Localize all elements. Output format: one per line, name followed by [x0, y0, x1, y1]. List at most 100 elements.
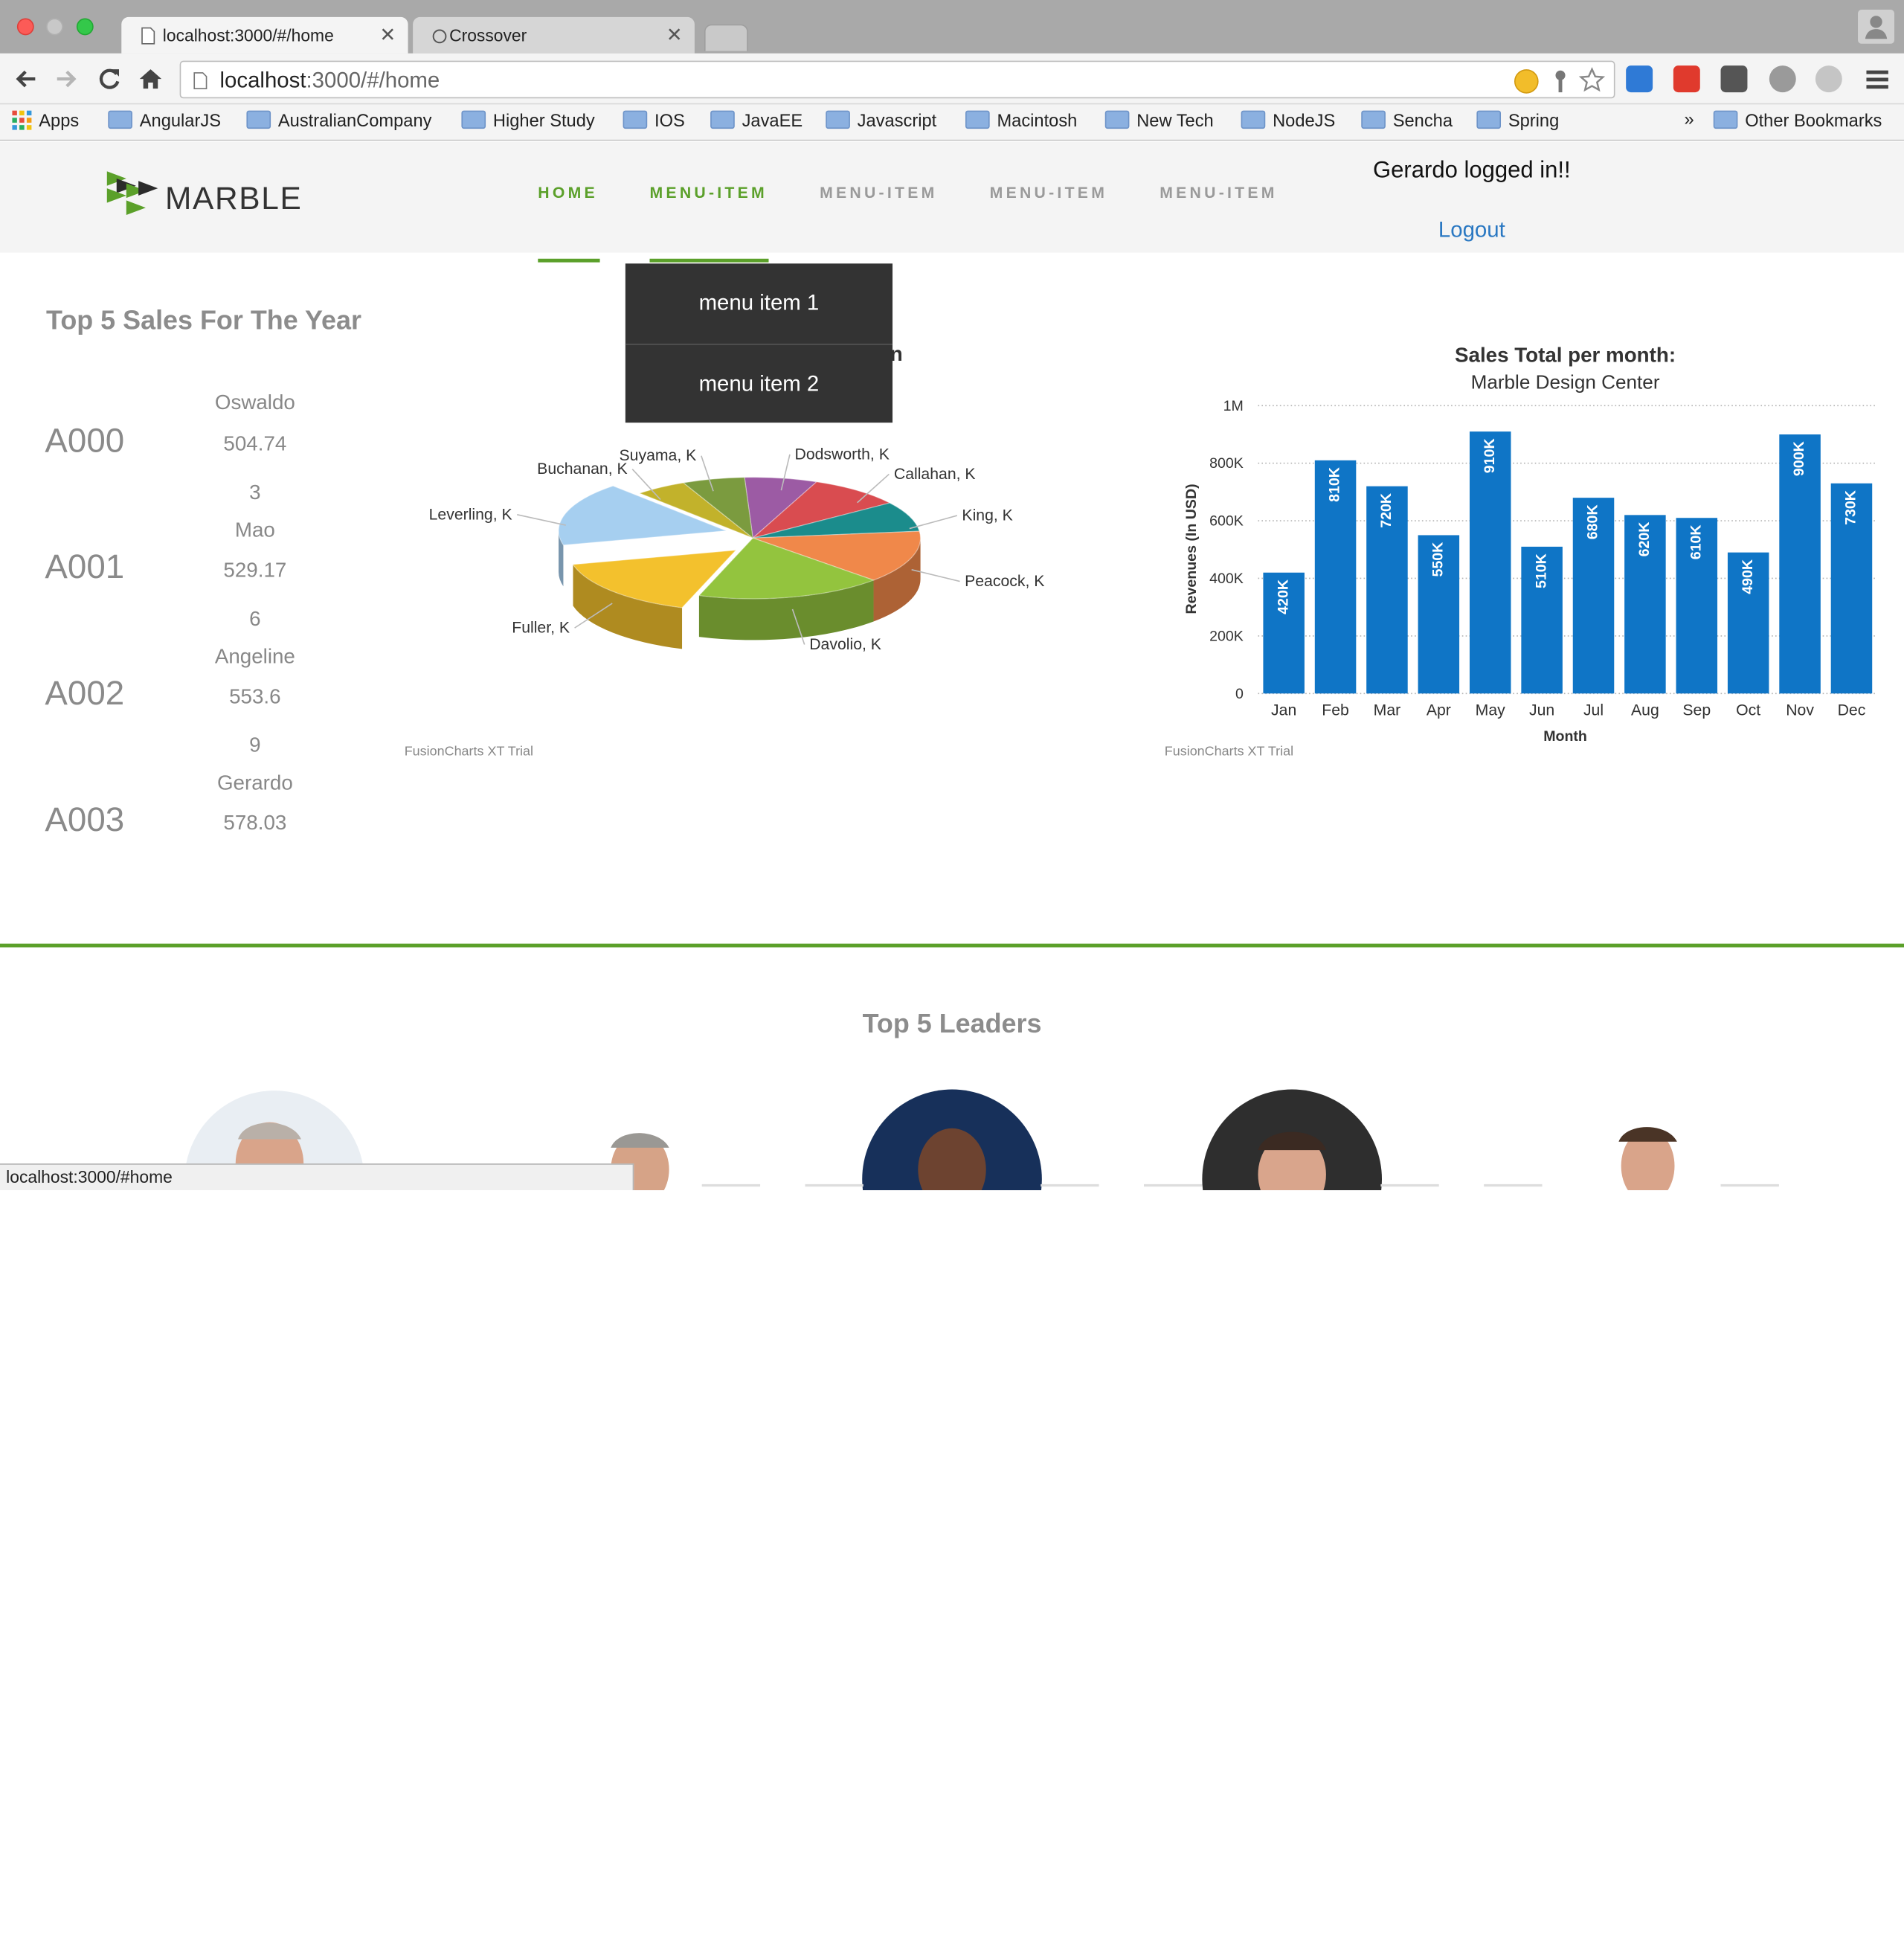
bookmark-folder-spring[interactable]: Spring	[1476, 110, 1559, 131]
bookmark-apps[interactable]: Apps	[12, 110, 79, 131]
leader-avatar-4[interactable]	[1202, 1089, 1383, 1191]
dropdown-item-2[interactable]: menu item 2	[625, 345, 892, 424]
new-tab-button[interactable]	[704, 24, 748, 51]
key-icon[interactable]	[1548, 69, 1573, 94]
bookmark-folder-javascript[interactable]: Javascript	[826, 110, 936, 131]
bar-x-tick-label: Feb	[1322, 702, 1349, 719]
maximize-window-button[interactable]	[76, 18, 94, 36]
avatar-caption-line	[1041, 1184, 1099, 1187]
leader-photo-5	[1618, 1127, 1677, 1191]
bar-value-label: 720K	[1378, 493, 1395, 528]
leader-photo-4	[1258, 1131, 1326, 1191]
marble-logo-icon[interactable]	[106, 169, 161, 217]
bookmark-star-icon[interactable]	[1578, 67, 1606, 94]
translate-extension-icon[interactable]	[1673, 65, 1700, 93]
bookmark-folder-ios[interactable]: IOS	[623, 110, 685, 131]
bookmark-folder-javaee[interactable]: JavaEE	[710, 110, 803, 132]
avatar-caption-line	[1720, 1184, 1779, 1187]
bar-x-tick-label: Nov	[1786, 702, 1814, 719]
leader-avatar-5[interactable]	[1557, 1091, 1738, 1191]
logout-link[interactable]: Logout	[1336, 217, 1608, 243]
tab-close-icon[interactable]: ✕	[379, 23, 396, 48]
close-window-button[interactable]	[16, 18, 34, 36]
bar-value-label: 680K	[1585, 504, 1601, 539]
globe-extension-icon[interactable]	[1815, 65, 1842, 93]
bar-value-label: 810K	[1327, 467, 1343, 502]
nav-home[interactable]: HOME	[538, 184, 598, 202]
bookmark-folder-sencha[interactable]: Sencha	[1361, 110, 1453, 131]
reload-button[interactable]	[96, 65, 123, 92]
nav-menu-item-4[interactable]: MENU-ITEM	[1160, 184, 1277, 202]
tab-close-icon[interactable]: ✕	[666, 23, 683, 48]
sale-amount: 529.17	[223, 559, 287, 582]
nav-menu-item-underline	[649, 258, 769, 263]
sale-name: Gerardo	[216, 771, 293, 794]
profile-button[interactable]	[1858, 10, 1895, 44]
sale-name: Angeline	[214, 644, 295, 668]
bar-x-tick-label: Apr	[1427, 702, 1451, 719]
bar-y-tick-label: 1M	[1223, 398, 1244, 414]
minimize-window-button[interactable]	[46, 18, 63, 36]
bookmark-label: Higher Study	[492, 112, 595, 132]
arrow-left-icon	[16, 70, 36, 88]
bar-y-axis-title: Revenues (In USD)	[1183, 484, 1200, 614]
pie-leader-line	[517, 513, 566, 526]
sale-id: A000	[45, 421, 125, 460]
bookmark-folder-new-tech[interactable]: New Tech	[1104, 110, 1214, 131]
menu-icon[interactable]	[1864, 65, 1891, 92]
keyboard-extension-icon[interactable]	[1626, 65, 1653, 93]
sale-id: A001	[45, 547, 125, 585]
bar-value-label: 730K	[1843, 490, 1859, 525]
sale-rank: 6	[249, 607, 261, 631]
bookmark-folder-higher-study[interactable]: Higher Study	[461, 110, 595, 132]
bar-x-tick-label: Dec	[1838, 702, 1866, 719]
sale-name: Mao	[234, 518, 275, 542]
tab-inactive[interactable]: Crossover ✕	[413, 16, 695, 54]
leader-avatar-3[interactable]	[862, 1089, 1042, 1191]
forward-button[interactable]	[54, 65, 80, 92]
bar-x-tick-label: Sep	[1682, 702, 1711, 719]
browser-toolbar: localhost:3000/#/home	[0, 53, 1904, 105]
pie-slice-label: Dodsworth, K	[794, 446, 889, 463]
bookmarks-overflow-button[interactable]: »	[1685, 111, 1694, 130]
leaders-title: Top 5 Leaders	[862, 1008, 1042, 1038]
bookmark-folder-angularjs[interactable]: AngularJS	[108, 110, 221, 131]
pocket-extension-icon[interactable]	[1769, 65, 1796, 93]
bookmark-folder-other[interactable]: Other Bookmarks	[1713, 110, 1882, 131]
address-bar[interactable]: localhost:3000/#/home	[179, 60, 1615, 99]
dropdown-item-1[interactable]: menu item 1	[625, 263, 892, 342]
spy-extension-icon[interactable]	[1720, 65, 1748, 93]
crossover-favicon-icon	[432, 29, 447, 44]
bar-x-axis-title: Month	[1543, 728, 1587, 745]
folder-icon	[108, 110, 132, 129]
bookmark-folder-macintosh[interactable]: Macintosh	[965, 110, 1077, 131]
home-button[interactable]	[137, 65, 164, 92]
pie-slice-label: Fuller, K	[512, 620, 570, 637]
sale-amount: 578.03	[223, 811, 287, 835]
site-header: MARBLE HOME MENU-ITEM MENU-ITEM MENU-ITE…	[0, 142, 1904, 253]
nav-menu-item-2[interactable]: MENU-ITEM	[820, 184, 937, 202]
avatar-caption-line	[805, 1184, 863, 1187]
nav-menu-item-1[interactable]: MENU-ITEM	[649, 184, 767, 202]
section-divider	[0, 943, 1904, 948]
bar-chart-subtitle: Marble Design Center	[1471, 370, 1660, 393]
pie-slice-label: Callahan, K	[894, 466, 976, 483]
bookmark-folder-australiancompany[interactable]: AustralianCompany	[246, 110, 432, 131]
coin-extension-icon[interactable]	[1514, 69, 1539, 94]
bar-value-label: 900K	[1791, 441, 1807, 476]
bar-y-tick-label: 800K	[1209, 455, 1244, 472]
bookmark-label: JavaEE	[742, 112, 803, 132]
bar-value-label: 490K	[1740, 559, 1756, 594]
tab-active[interactable]: localhost:3000/#/home ✕	[121, 16, 408, 54]
bookmark-folder-nodejs[interactable]: NodeJS	[1241, 110, 1336, 132]
bookmarks-bar: Apps AngularJS AustralianCompany Higher …	[0, 104, 1904, 141]
pie-slice-label: Peacock, K	[965, 573, 1044, 590]
nav-menu-item-3[interactable]: MENU-ITEM	[990, 184, 1107, 202]
sale-id: A003	[45, 800, 125, 838]
folder-icon	[1713, 110, 1738, 129]
bookmark-label: NodeJS	[1273, 112, 1336, 132]
back-button[interactable]	[12, 65, 39, 92]
tab-title: Crossover	[449, 25, 527, 45]
page-icon	[141, 27, 155, 45]
logo-wordmark[interactable]: MARBLE	[165, 180, 302, 218]
